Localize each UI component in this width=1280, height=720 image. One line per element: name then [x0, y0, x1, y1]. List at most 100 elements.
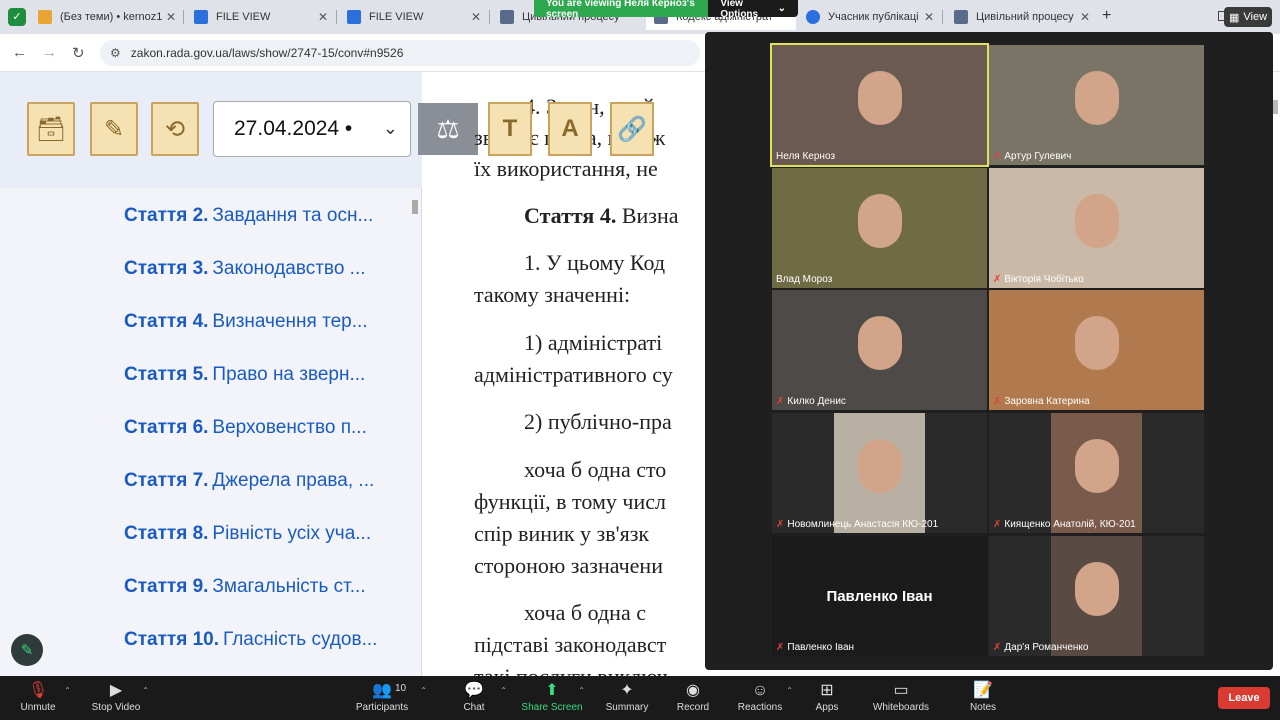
participant-name: Киященко Анатолій, КЮ-201: [1004, 519, 1136, 530]
shield-icon[interactable]: ✓: [8, 8, 26, 26]
edit-document-icon[interactable]: ✎: [90, 102, 138, 156]
participant-tile[interactable]: ✗ Вікторія Чобітько: [989, 168, 1204, 288]
law-text-line: хоча б одна сто: [524, 457, 667, 482]
whiteboards-button[interactable]: ▭ Whiteboards: [866, 680, 936, 713]
url-field[interactable]: ⚙ zakon.rada.gov.ua/laws/show/2747-15/co…: [100, 40, 700, 66]
browser-tab[interactable]: Цивільний процесу ✕: [946, 4, 1096, 30]
participant-video: [772, 290, 987, 410]
law-text-line: 1. У цьому Код: [524, 250, 666, 275]
chevron-up-icon[interactable]: ⌃: [578, 686, 585, 695]
notes-icon: 📝: [973, 682, 993, 699]
participant-name-tag: Влад Мороз: [776, 274, 832, 285]
scales-icon[interactable]: ⚖: [418, 103, 478, 155]
participant-name: Вікторія Чобітько: [1004, 274, 1084, 285]
law-text-line: функції, в тому числ: [474, 489, 666, 514]
leave-button[interactable]: Leave: [1218, 687, 1270, 709]
browser-tab[interactable]: FILE VIEW ✕: [339, 4, 487, 30]
sidebar-scrollbar[interactable]: [412, 200, 418, 214]
link-icon[interactable]: 🔗: [610, 102, 654, 156]
participant-name-tag: ✗ Павленко Іван: [776, 642, 854, 653]
article-title: Верховенство п...: [212, 417, 367, 438]
zoom-control-bar: 🎙 Unmute ⌃ ▶ Stop Video ⌃ 👥 Participants…: [0, 676, 1280, 720]
font-icon[interactable]: A: [548, 102, 592, 156]
article-link[interactable]: Стаття 9. Змагальність ст...: [124, 563, 414, 616]
law-text-line: стороною зазначени: [474, 553, 663, 578]
chevron-up-icon[interactable]: ⌃: [142, 686, 149, 695]
participant-tile[interactable]: Влад Мороз: [772, 168, 987, 288]
article-link[interactable]: Стаття 7. Джерела права, ...: [124, 457, 414, 510]
reload-icon[interactable]: ↻: [72, 44, 85, 62]
article-heading-title: Визна: [616, 203, 679, 228]
share-screen-button[interactable]: ⬆ Share Screen ⌃: [517, 680, 587, 713]
mail-icon: [38, 10, 52, 24]
edition-date-select[interactable]: 27.04.2024 • ⌄: [213, 101, 411, 157]
article-link[interactable]: Стаття 3. Законодавство ...: [124, 245, 414, 298]
summary-button[interactable]: ✦ Summary: [592, 680, 662, 713]
stop-video-button[interactable]: ▶ Stop Video ⌃: [81, 680, 151, 713]
participant-tile[interactable]: ✗ Новомлинець Анастасія КЮ-201: [772, 413, 987, 533]
participant-name: Павленко Іван: [787, 642, 855, 653]
archive-icon[interactable]: 🗃: [27, 102, 75, 156]
chevron-up-icon[interactable]: ⌃: [500, 686, 507, 695]
muted-mic-icon: ✗: [776, 642, 785, 653]
close-icon[interactable]: ✕: [924, 10, 934, 24]
site-info-icon[interactable]: ⚙: [110, 46, 121, 60]
participant-tile[interactable]: ✗ Килко Денис: [772, 290, 987, 410]
participant-face: [1074, 562, 1119, 616]
close-icon[interactable]: ✕: [1080, 10, 1090, 24]
participant-name: Килко Денис: [787, 396, 846, 407]
article-link[interactable]: Стаття 4. Визначення тер...: [124, 298, 414, 351]
participant-name-tag: ✗ Дар'я Романченко: [993, 642, 1088, 653]
unmute-button[interactable]: 🎙 Unmute ⌃: [3, 680, 73, 713]
chat-button[interactable]: 💬 Chat ⌃: [439, 680, 509, 713]
article-link[interactable]: Стаття 6. Верховенство п...: [124, 404, 414, 457]
article-heading-number: Стаття 4.: [524, 203, 617, 228]
whiteboards-label: Whiteboards: [872, 702, 930, 713]
article-link[interactable]: Стаття 10. Гласність судов...: [124, 616, 414, 669]
forward-icon[interactable]: →: [42, 44, 57, 61]
browser-tab[interactable]: Учасник публікаці ✕: [798, 4, 940, 30]
browser-tab[interactable]: (Без теми) • kernoz1 ✕: [30, 4, 182, 30]
close-icon[interactable]: ✕: [318, 10, 328, 24]
record-button[interactable]: ◉ Record: [658, 680, 728, 713]
chevron-up-icon[interactable]: ⌃: [64, 686, 71, 695]
unmute-label: Unmute: [20, 702, 56, 713]
back-icon[interactable]: ←: [12, 44, 27, 61]
participant-tile[interactable]: Неля Кернoз: [770, 43, 989, 167]
notes-button[interactable]: 📝 Notes: [948, 680, 1018, 713]
close-icon[interactable]: ✕: [471, 10, 481, 24]
participant-tile[interactable]: Павленко Іван ✗ Павленко Іван: [772, 536, 987, 656]
participant-tile[interactable]: ✗ Киященко Анатолій, КЮ-201: [989, 413, 1204, 533]
participant-tile[interactable]: ✗ Заровна Катерина: [989, 290, 1204, 410]
scales-icon: [500, 10, 514, 24]
reactions-button[interactable]: ☺ Reactions ⌃: [725, 680, 795, 713]
article-link[interactable]: Стаття 8. Рівність усіх уча...: [124, 510, 414, 563]
pencil-icon[interactable]: ✎: [11, 634, 43, 666]
muted-mic-icon: ✗: [993, 396, 1002, 407]
participants-icon: 👥: [372, 682, 392, 699]
apps-button[interactable]: ⊞ Apps: [792, 680, 862, 713]
chevron-down-icon: ⌄: [382, 118, 398, 138]
summary-label: Summary: [605, 702, 649, 713]
law-text-line: хоча б одна с: [524, 600, 646, 625]
view-button[interactable]: ▦ View: [1224, 7, 1272, 27]
article-number: Стаття 8.: [124, 523, 209, 544]
browser-tab[interactable]: FILE VIEW ✕: [186, 4, 334, 30]
article-title: Право на зверн...: [212, 364, 366, 385]
article-title: Змагальність ст...: [212, 576, 366, 597]
article-link[interactable]: Стаття 2. Завдання та осн...: [124, 192, 414, 245]
chevron-up-icon[interactable]: ⌃: [420, 686, 427, 695]
participant-tile[interactable]: ✗ Дар'я Романченко: [989, 536, 1204, 656]
close-icon[interactable]: ✕: [166, 10, 176, 24]
participants-button[interactable]: 👥 Participants 10 ⌃: [347, 680, 427, 713]
text-size-icon[interactable]: T: [488, 102, 532, 156]
participant-tile[interactable]: ✗ Артур Гулевич: [989, 45, 1204, 165]
muted-mic-icon: ✗: [993, 274, 1002, 285]
law-text-line: такому значенні:: [474, 282, 631, 307]
view-options-button[interactable]: View Options ⌄: [708, 0, 798, 20]
participant-name: Влад Мороз: [776, 274, 833, 285]
history-icon[interactable]: ⟲: [151, 102, 199, 156]
article-link[interactable]: Стаття 5. Право на зверн...: [124, 351, 414, 404]
article-title: Рівність усіх уча...: [212, 523, 372, 544]
new-tab-icon[interactable]: +: [1102, 7, 1111, 25]
